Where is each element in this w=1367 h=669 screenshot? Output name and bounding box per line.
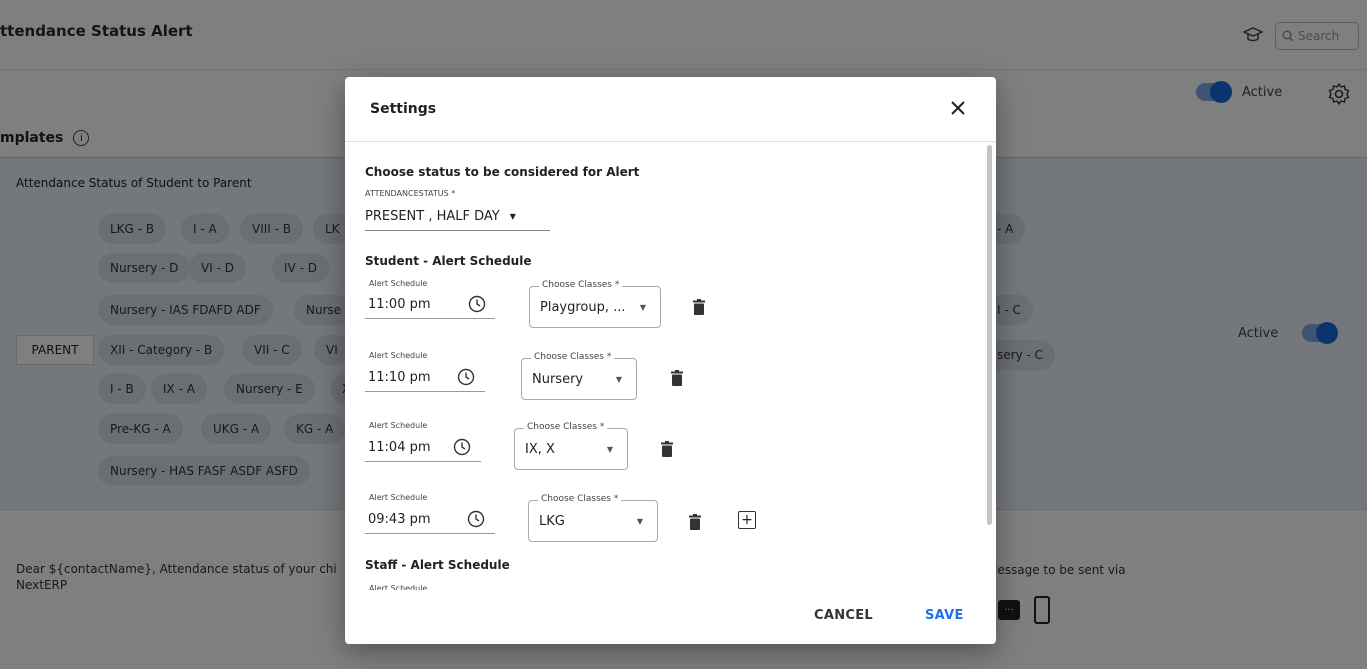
student-section-title: Student - Alert Schedule <box>365 254 532 268</box>
schedule-label: Alert Schedule <box>369 421 428 430</box>
classes-label: Choose Classes * <box>539 280 623 290</box>
status-field-label: ATTENDANCESTATUS * <box>365 189 456 198</box>
classes-label: Choose Classes * <box>531 352 615 362</box>
dialog-header: Settings <box>345 77 996 142</box>
chevron-down-icon: ▼ <box>509 212 516 221</box>
clock-icon[interactable] <box>453 438 471 456</box>
schedule-time-input[interactable]: 11:04 pm <box>365 434 481 462</box>
schedule-time-input[interactable]: 11:10 pm <box>365 364 485 392</box>
scrollbar[interactable] <box>987 145 992 525</box>
plus-icon: + <box>741 512 753 528</box>
clock-icon[interactable] <box>467 510 485 528</box>
cancel-button[interactable]: CANCEL <box>814 608 873 623</box>
clock-icon[interactable] <box>468 295 486 313</box>
status-value: PRESENT , HALF DAY <box>365 209 500 224</box>
classes-value: Playgroup, ... <box>540 300 626 315</box>
classes-select[interactable]: Choose Classes * IX, X ▼ <box>514 422 628 470</box>
settings-dialog: Settings Choose status to be considered … <box>345 77 996 644</box>
clock-icon[interactable] <box>457 368 475 386</box>
trash-icon[interactable] <box>689 514 701 530</box>
classes-select[interactable]: Choose Classes * Playgroup, ... ▼ <box>529 280 661 328</box>
chevron-down-icon: ▼ <box>639 303 646 312</box>
classes-label: Choose Classes * <box>524 422 608 432</box>
trash-icon[interactable] <box>661 441 673 457</box>
chevron-down-icon: ▼ <box>636 517 643 526</box>
classes-select[interactable]: Choose Classes * LKG ▼ <box>528 494 658 542</box>
chevron-down-icon: ▼ <box>615 375 622 384</box>
status-section-title: Choose status to be considered for Alert <box>365 165 640 179</box>
trash-icon[interactable] <box>693 299 705 315</box>
schedule-time-input[interactable]: 11:00 pm <box>365 291 495 319</box>
staff-section-title: Staff - Alert Schedule <box>365 558 510 572</box>
classes-value: Nursery <box>532 372 584 387</box>
close-icon <box>951 101 965 115</box>
schedule-label: Alert Schedule <box>369 493 428 502</box>
close-button[interactable] <box>946 96 970 120</box>
add-schedule-button[interactable]: + <box>738 511 756 529</box>
classes-select[interactable]: Choose Classes * Nursery ▼ <box>521 352 637 400</box>
schedule-label: Alert Schedule <box>369 351 428 360</box>
schedule-time-input[interactable]: 09:43 pm <box>365 506 495 534</box>
classes-value: IX, X <box>525 442 555 457</box>
time-value: 09:43 pm <box>368 512 431 527</box>
time-value: 11:04 pm <box>368 440 431 455</box>
chevron-down-icon: ▼ <box>606 445 613 454</box>
dialog-title: Settings <box>370 101 437 117</box>
classes-label: Choose Classes * <box>538 494 622 504</box>
schedule-label: Alert Schedule <box>369 279 428 288</box>
schedule-label: Alert Schedule <box>369 584 428 590</box>
attendance-status-select[interactable]: PRESENT , HALF DAY ▼ <box>365 203 550 231</box>
save-button[interactable]: SAVE <box>925 608 964 623</box>
classes-value: LKG <box>539 514 565 529</box>
time-value: 11:00 pm <box>368 297 431 312</box>
trash-icon[interactable] <box>671 370 683 386</box>
time-value: 11:10 pm <box>368 370 431 385</box>
